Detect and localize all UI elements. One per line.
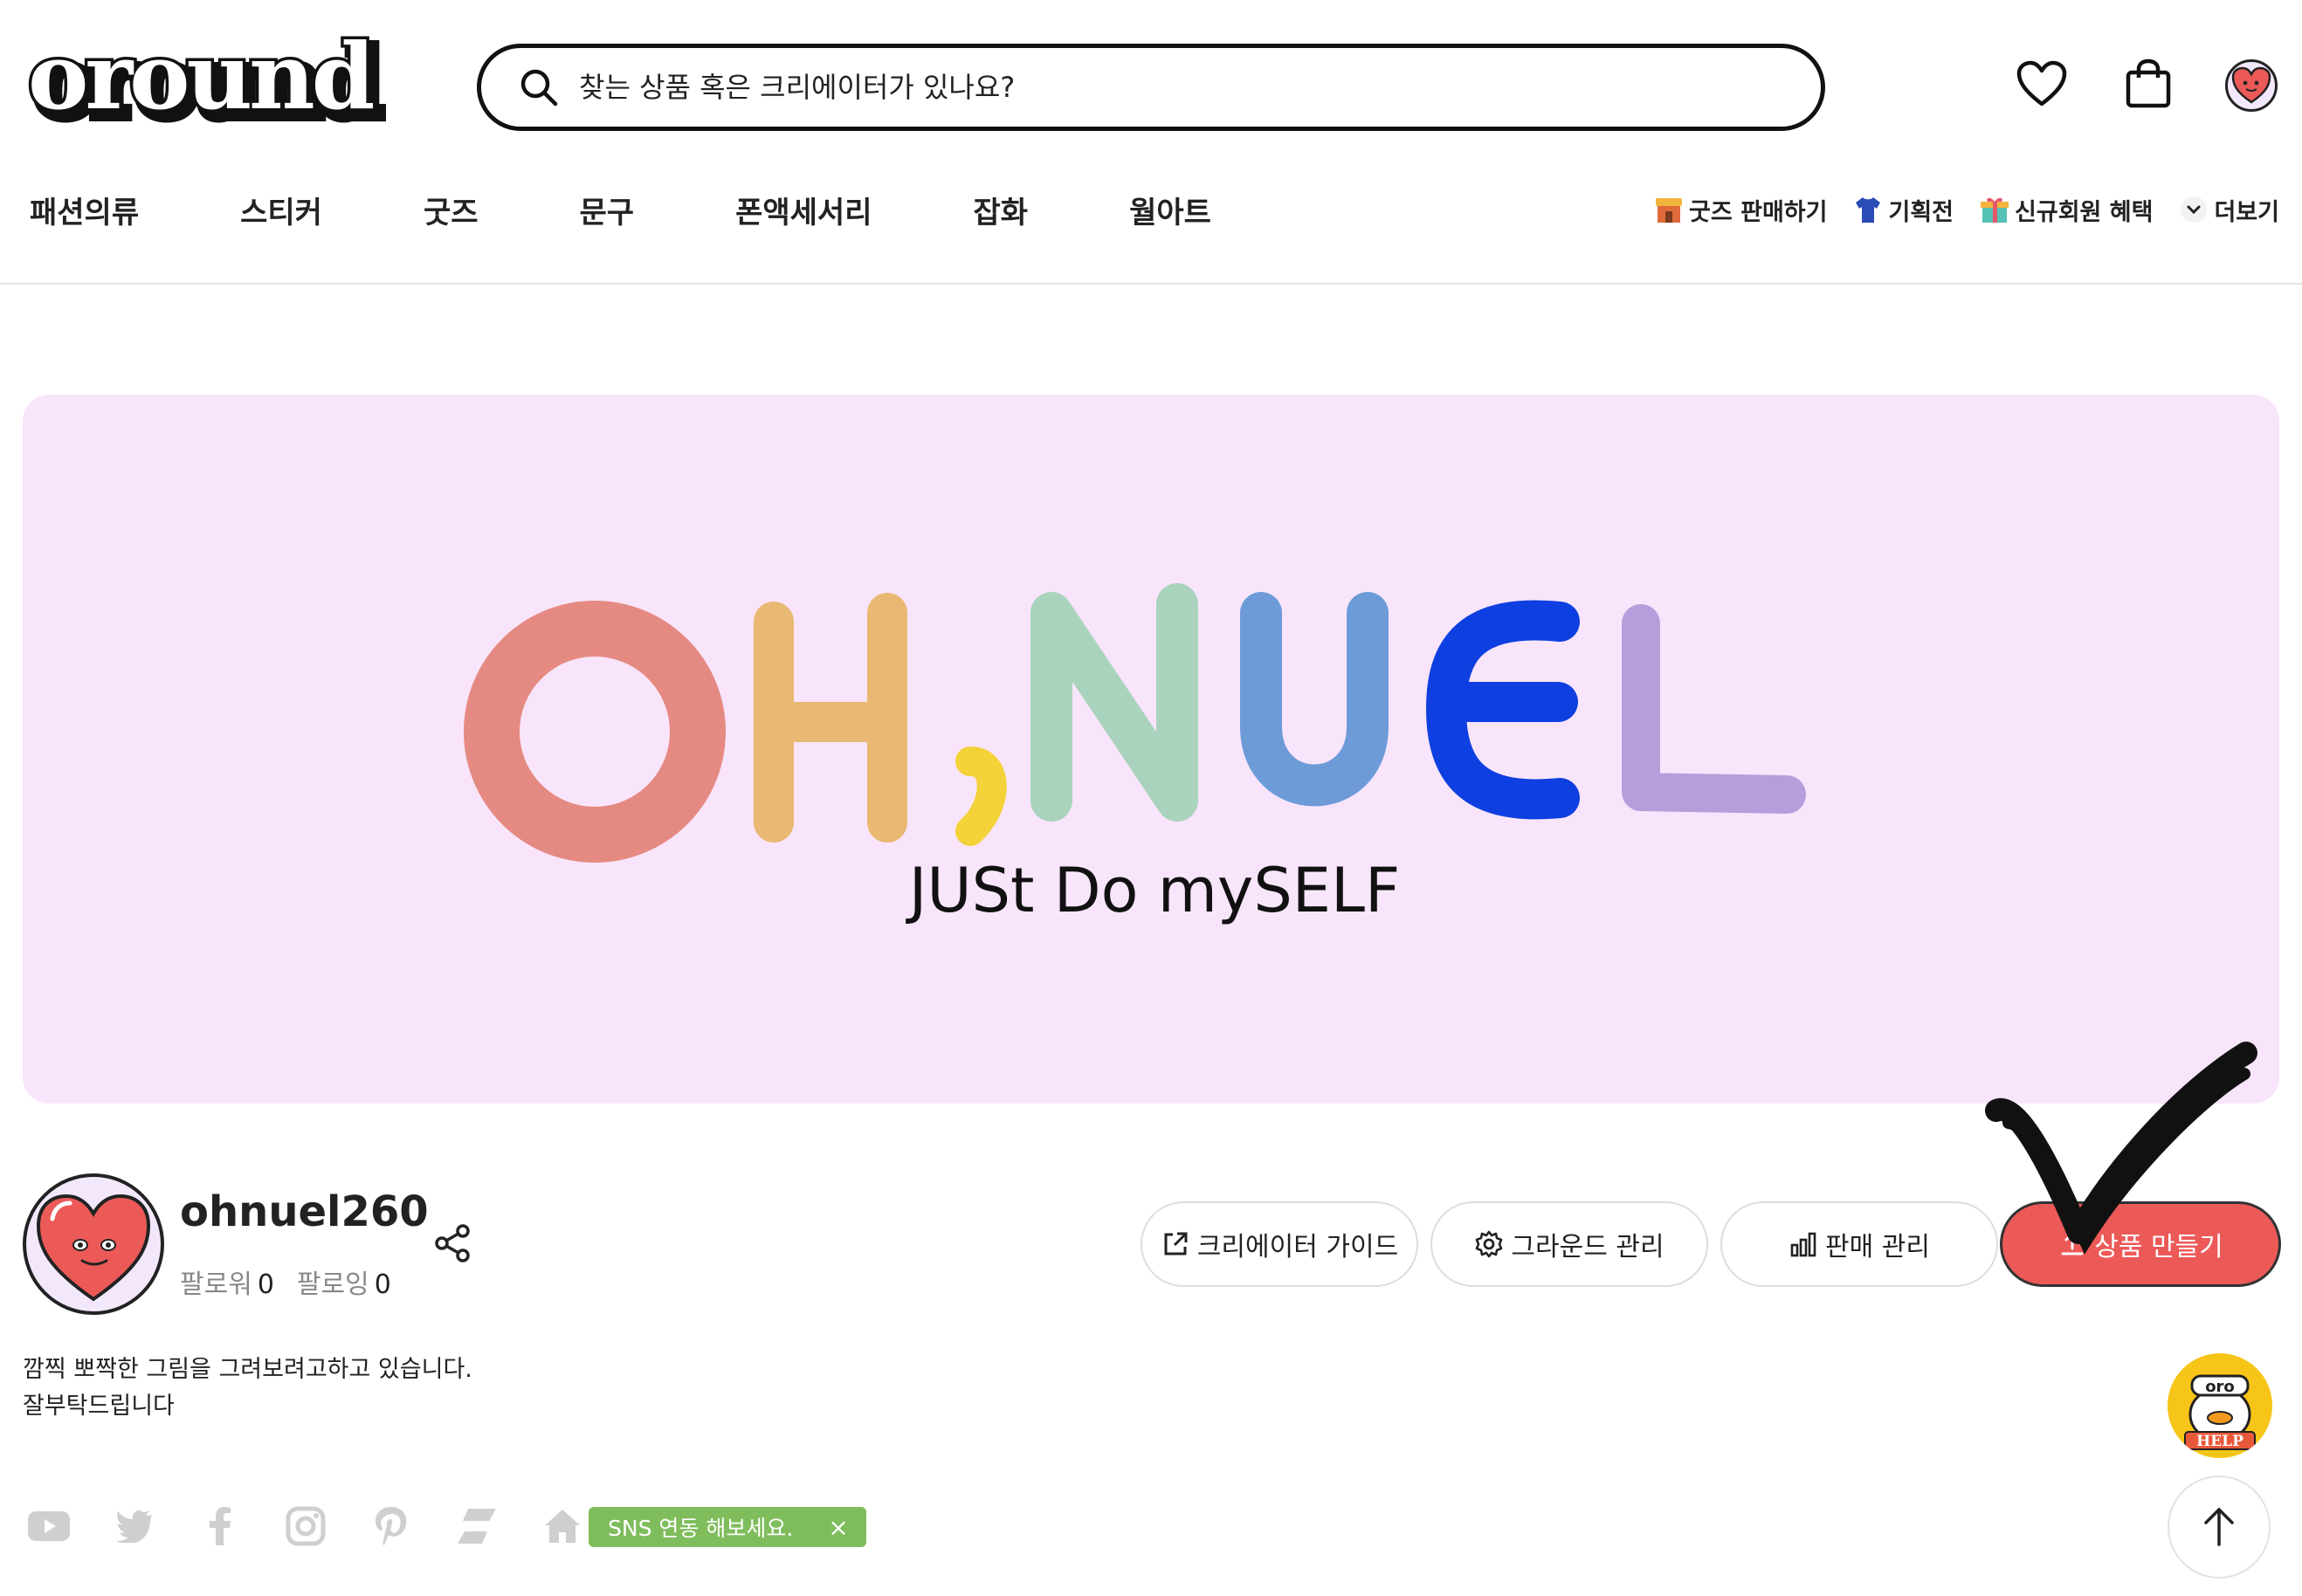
profile-avatar[interactable] [2225, 59, 2278, 112]
close-icon[interactable]: × [828, 1513, 848, 1542]
banner-subtitle: JUSt Do mySELF [906, 855, 1401, 926]
banner-letter-l [1622, 604, 1806, 814]
facebook-link[interactable] [197, 1503, 243, 1549]
create-product-button[interactable]: 상품 만들기 [2000, 1201, 2281, 1287]
home-link[interactable] [540, 1503, 585, 1549]
bio-line: 깜찍 뽀짝한 그림을 그려보려고하고 있습니다. [23, 1356, 472, 1383]
duck-mascot-icon: oro HELP [2184, 1374, 2256, 1450]
twitter-link[interactable] [112, 1503, 157, 1549]
external-link-icon [1164, 1232, 1188, 1255]
category-wall-art[interactable]: 월아트 [1129, 189, 1211, 231]
banner-letter-o [464, 601, 726, 863]
shop-icon [1656, 198, 1683, 223]
search-bar[interactable] [477, 44, 1825, 131]
search-input[interactable] [579, 71, 1714, 104]
pinterest-link[interactable] [369, 1503, 414, 1549]
new-member-benefit-label: 신규회원 혜택 [2015, 198, 2154, 226]
oround-logo[interactable]: oround oround [23, 35, 400, 131]
ground-manage-label: 그라운드 관리 [1511, 1232, 1664, 1262]
heart-face-icon [2231, 66, 2271, 104]
sales-manage-button[interactable]: 판매 관리 [1720, 1201, 1998, 1287]
heart-icon [2016, 60, 2067, 107]
creator-guide-label: 크리에이터 가이드 [1196, 1232, 1399, 1262]
banner-letter-h [754, 593, 907, 843]
sell-goods-link[interactable]: 굿즈 판매하기 [1654, 193, 1827, 227]
following-stat[interactable]: 팔로잉 0 [297, 1262, 391, 1301]
followers-stat[interactable]: 팔로워 0 [180, 1262, 274, 1301]
banner-artwork: JUSt Do mySELF [464, 583, 1806, 926]
heart-face-icon [36, 1194, 151, 1302]
svg-text:HELP: HELP [2196, 1433, 2243, 1450]
ground-manage-button[interactable]: 그라운드 관리 [1430, 1201, 1708, 1287]
sns-links [26, 1503, 585, 1549]
category-goods[interactable]: 굿즈 [424, 189, 479, 231]
zeta-link[interactable] [454, 1503, 500, 1549]
youtube-icon [28, 1511, 70, 1541]
creator-banner: JUSt Do mySELF [23, 395, 2279, 1104]
gift-icon [1981, 197, 2009, 223]
creator-username: ohnuel260 [180, 1187, 429, 1236]
category-nav: 패션의류 스티커 굿즈 문구 폰액세서리 잡화 월아트 [30, 185, 1211, 234]
banner-letter-e [1425, 600, 1580, 820]
scroll-top-button[interactable] [2168, 1476, 2271, 1579]
sns-connect-tooltip: SNS 연동 해보세요. × [589, 1507, 866, 1547]
sns-tooltip-text: SNS 연동 해보세요. [608, 1516, 794, 1541]
facebook-icon [210, 1507, 231, 1545]
banner-comma [955, 746, 1007, 846]
sell-goods-label: 굿즈 판매하기 [1689, 198, 1828, 226]
upload-icon [2061, 1231, 2084, 1255]
bio-line: 잘부탁드립니다 [23, 1393, 175, 1420]
new-member-benefit-link[interactable]: 신규회원 혜택 [1980, 193, 2153, 227]
creator-guide-button[interactable]: 크리에이터 가이드 [1141, 1201, 1418, 1287]
svg-text:oro: oro [2205, 1378, 2235, 1396]
category-fashion[interactable]: 패션의류 [30, 189, 139, 231]
sales-manage-label: 판매 관리 [1825, 1232, 1930, 1262]
share-icon[interactable] [431, 1222, 473, 1264]
banner-letter-n [1030, 583, 1198, 822]
following-count: 0 [374, 1269, 391, 1300]
zeta-icon [458, 1509, 496, 1544]
category-stationery[interactable]: 문구 [580, 189, 635, 231]
home-icon [545, 1510, 580, 1543]
svg-text:oround: oround [28, 35, 374, 130]
banner-letter-u [1240, 592, 1389, 807]
exhibition-label: 기획전 [1888, 198, 1954, 226]
more-menu[interactable]: 더보기 [2179, 193, 2279, 227]
chevron-down-icon [2181, 196, 2208, 223]
create-product-label: 상품 만들기 [2094, 1232, 2223, 1262]
more-label: 더보기 [2214, 198, 2279, 226]
shirt-icon [1856, 197, 1881, 223]
youtube-link[interactable] [26, 1503, 72, 1549]
followers-label: 팔로워 [180, 1269, 252, 1300]
wishlist-button[interactable] [2014, 56, 2070, 112]
category-misc[interactable]: 잡화 [974, 189, 1029, 231]
followers-count: 0 [257, 1269, 274, 1300]
twitter-icon [116, 1510, 152, 1543]
instagram-link[interactable] [283, 1503, 328, 1549]
help-button[interactable]: oro HELP [2168, 1353, 2272, 1458]
exhibition-link[interactable]: 기획전 [1853, 193, 1954, 227]
category-sticker[interactable]: 스티커 [240, 189, 322, 231]
cart-button[interactable] [2120, 56, 2176, 112]
bar-chart-icon [1790, 1232, 1816, 1257]
creator-avatar[interactable] [23, 1173, 164, 1315]
gear-icon [1476, 1230, 1503, 1258]
arrow-up-icon [2204, 1507, 2234, 1546]
following-label: 팔로잉 [296, 1269, 369, 1300]
follow-stats: 팔로워 0 팔로잉 0 [180, 1262, 391, 1301]
category-phone-accessory[interactable]: 폰액세서리 [735, 189, 872, 231]
creator-bio: 깜찍 뽀짝한 그림을 그려보려고하고 있습니다. 잘부탁드립니다 [23, 1352, 472, 1425]
utility-nav: 굿즈 판매하기 기획전 신규회원 혜택 더보기 [1654, 187, 2279, 232]
pinterest-icon [376, 1507, 407, 1545]
search-icon[interactable] [518, 66, 560, 108]
instagram-icon [286, 1506, 326, 1546]
header-divider [0, 283, 2302, 285]
bag-icon [2126, 58, 2171, 108]
